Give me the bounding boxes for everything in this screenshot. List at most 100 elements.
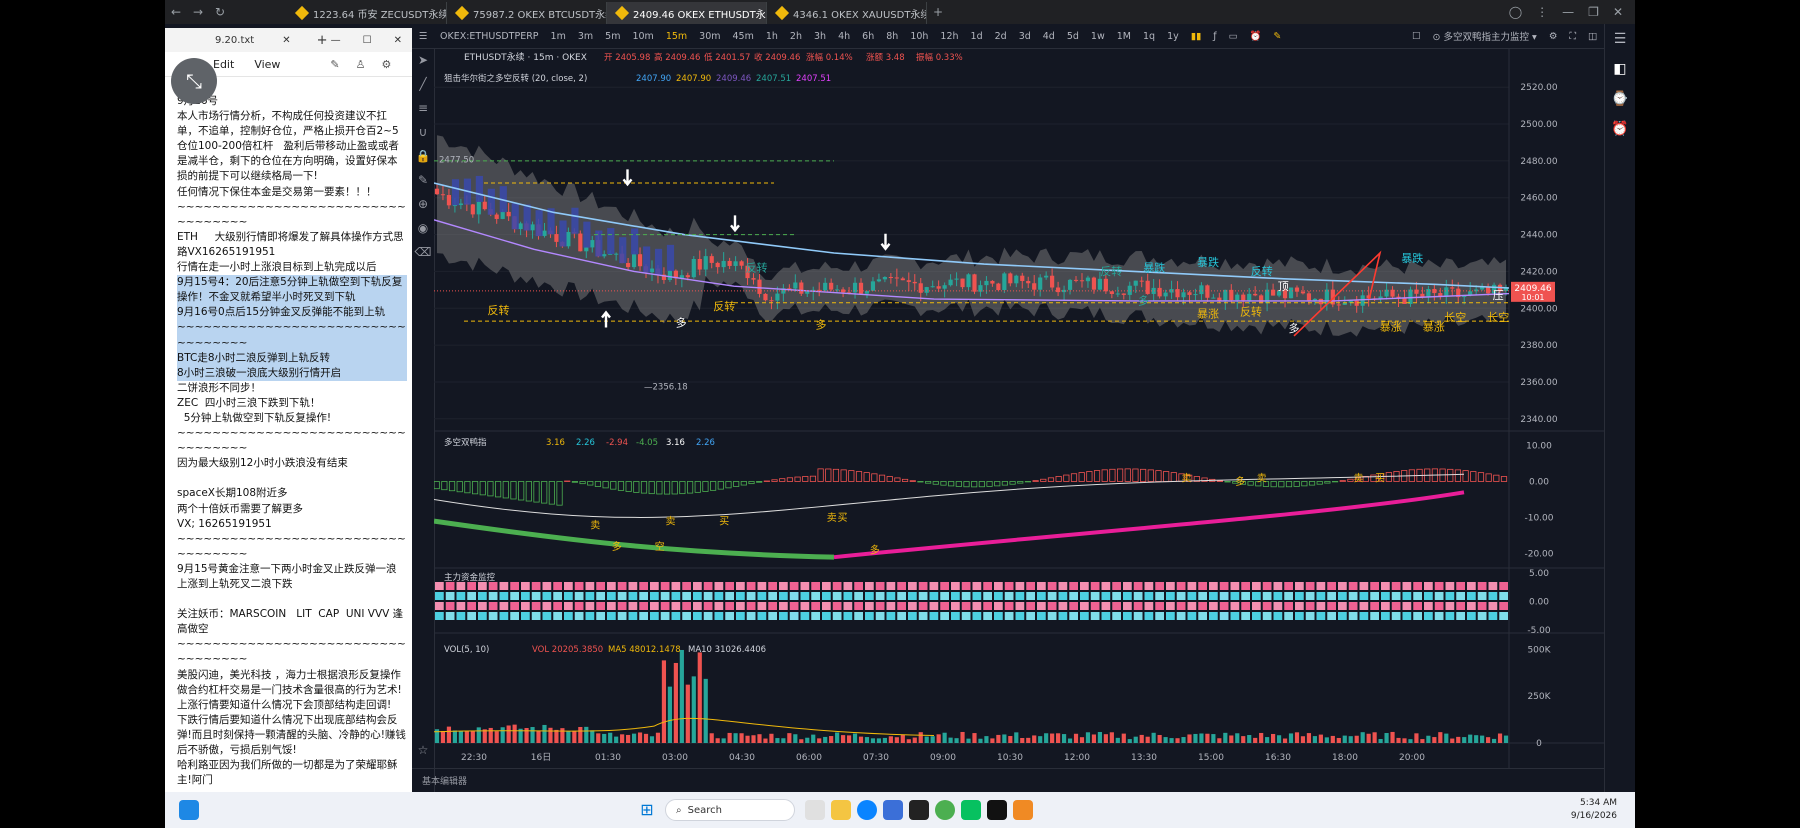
interval-3d[interactable]: 3d xyxy=(1013,31,1037,42)
sidebar-toggle-icon[interactable]: ☰ xyxy=(412,31,434,42)
settings-icon[interactable]: ⚙ xyxy=(382,58,392,71)
interval-1d[interactable]: 1d xyxy=(965,31,989,42)
interval-10m[interactable]: 10m xyxy=(626,31,659,42)
symbol-search[interactable]: OKEX:ETHUSDTPERP xyxy=(434,31,545,42)
interval-1M[interactable]: 1M xyxy=(1111,31,1137,42)
start-icon[interactable]: ⊞ xyxy=(637,800,657,820)
camera-icon[interactable]: ◫ xyxy=(1582,31,1603,42)
app-icon[interactable] xyxy=(1013,800,1033,820)
new-tab-icon[interactable]: + xyxy=(317,33,328,48)
eye-icon[interactable]: ◉ xyxy=(412,216,434,240)
interval-15m[interactable]: 15m xyxy=(660,31,693,42)
notepad-tab[interactable]: 9.20.txt xyxy=(215,35,254,46)
osc-bar xyxy=(1301,481,1308,487)
reload-icon[interactable]: ↻ xyxy=(209,5,231,19)
checkbox-icon[interactable]: ☐ xyxy=(1406,31,1427,42)
candle-type-icon[interactable]: ▮▮ xyxy=(1185,31,1207,42)
star-icon[interactable]: ☆ xyxy=(412,738,434,762)
lock-icon[interactable]: 🔒 xyxy=(412,144,434,168)
app-icon[interactable] xyxy=(805,800,825,820)
money-legend: 主力资金监控 xyxy=(444,572,496,583)
maximize-icon[interactable]: ❐ xyxy=(1588,5,1599,19)
interval-1y[interactable]: 1y xyxy=(1161,31,1185,42)
indicator-icon[interactable]: ƒ xyxy=(1207,31,1222,42)
fullscreen-icon[interactable]: ⛶ xyxy=(1563,31,1582,42)
browser-tab[interactable]: 75987.2 OKEX BTCUSDT永续 xyxy=(447,2,607,24)
interval-4h[interactable]: 4h xyxy=(832,31,856,42)
draw-icon[interactable]: ✎ xyxy=(1267,31,1287,42)
account-icon[interactable]: ♙ xyxy=(356,58,366,71)
layout-icon[interactable]: ▭ xyxy=(1223,31,1244,42)
interval-3m[interactable]: 3m xyxy=(572,31,599,42)
shrink-window-icon[interactable]: ⤡ xyxy=(171,58,217,104)
line-tool-icon[interactable]: ╱ xyxy=(412,72,434,96)
taskbar-clock[interactable]: 5:34 AM 9/16/2026 xyxy=(1571,797,1617,823)
signal-label: 压 xyxy=(1493,289,1504,302)
taskbar-search[interactable]: ⌕ Search xyxy=(665,799,795,821)
signal-arrow xyxy=(622,169,633,187)
interval-3h[interactable]: 3h xyxy=(808,31,832,42)
volume-bar xyxy=(667,686,672,743)
brush-icon[interactable]: ✎ xyxy=(412,168,434,192)
menu-edit[interactable]: Edit xyxy=(213,58,234,71)
maximize-icon[interactable]: ☐ xyxy=(363,35,372,46)
interval-2h[interactable]: 2h xyxy=(784,31,808,42)
interval-10h[interactable]: 10h xyxy=(904,31,934,42)
settings-icon[interactable]: ⚙ xyxy=(1543,31,1564,42)
eraser-icon[interactable]: ⌫ xyxy=(412,240,434,264)
money-cell xyxy=(854,582,863,590)
alert-icon[interactable]: ⏰ xyxy=(1244,31,1268,42)
data-window-icon[interactable]: ⌚ xyxy=(1605,84,1635,114)
clock-icon[interactable]: ⏰ xyxy=(1605,114,1635,144)
browser-tab-bar: ← → ↻ 1223.64 币安 ZECUSDT永续 75987.2 OKEX … xyxy=(165,0,1635,24)
interval-1q[interactable]: 1q xyxy=(1137,31,1161,42)
target-icon[interactable]: ⊕ xyxy=(412,192,434,216)
interval-1w[interactable]: 1w xyxy=(1085,31,1111,42)
tab-close-icon[interactable]: ✕ xyxy=(282,35,290,46)
file-explorer-icon[interactable] xyxy=(831,800,851,820)
interval-4d[interactable]: 4d xyxy=(1037,31,1061,42)
interval-1m[interactable]: 1m xyxy=(545,31,572,42)
store-icon[interactable] xyxy=(883,800,903,820)
interval-6h[interactable]: 6h xyxy=(856,31,880,42)
edge-icon[interactable] xyxy=(857,800,877,820)
back-icon[interactable]: ← xyxy=(165,5,187,19)
editor-label[interactable]: 基本编辑器 xyxy=(422,774,467,787)
magnet-icon[interactable]: ∪ xyxy=(412,120,434,144)
close-icon[interactable]: ✕ xyxy=(1613,5,1623,19)
wechat-icon[interactable] xyxy=(961,800,981,820)
fib-icon[interactable]: ≡ xyxy=(412,96,434,120)
browser-tab-active[interactable]: 2409.46 OKEX ETHUSDT永续 xyxy=(607,2,767,24)
copilot-icon[interactable]: ✎ xyxy=(330,58,339,71)
chart-canvas[interactable]: 2520.00 2500.00 2480.00 2460.00 2440.00 2420.… xyxy=(434,48,1605,768)
indicator-template-dropdown[interactable]: ⊙ 多空双鸭指主力监控 ▾ xyxy=(1427,29,1543,43)
app-icon[interactable] xyxy=(987,800,1007,820)
menu-icon[interactable]: ⋮ xyxy=(1536,5,1548,19)
new-tab-button[interactable]: + xyxy=(927,5,949,19)
profile-icon[interactable]: ◯ xyxy=(1509,5,1522,19)
widgets-icon[interactable] xyxy=(179,800,199,820)
interval-1h[interactable]: 1h xyxy=(760,31,784,42)
menu-view[interactable]: View xyxy=(254,58,280,71)
interval-30m[interactable]: 30m xyxy=(693,31,726,42)
close-icon[interactable]: ✕ xyxy=(394,35,402,46)
minimize-icon[interactable]: — xyxy=(1562,5,1574,19)
notepad-text-area[interactable]: 9月16号本人市场行情分析，不构成任何投资建议不扛单，不追单，控制好仓位，严格止… xyxy=(177,94,407,788)
interval-5m[interactable]: 5m xyxy=(599,31,626,42)
browser-tab[interactable]: 1223.64 币安 ZECUSDT永续 xyxy=(287,2,447,24)
interval-8h[interactable]: 8h xyxy=(880,31,904,42)
interval-5d[interactable]: 5d xyxy=(1061,31,1085,42)
interval-45m[interactable]: 45m xyxy=(727,31,760,42)
alerts-icon[interactable]: ◧ xyxy=(1605,54,1635,84)
minimize-icon[interactable]: — xyxy=(331,35,341,46)
money-cell xyxy=(682,582,691,590)
volume-bar xyxy=(679,649,684,743)
browser-tab[interactable]: 4346.1 OKEX XAUUSDT永续 xyxy=(767,2,927,24)
interval-2d[interactable]: 2d xyxy=(989,31,1013,42)
interval-12h[interactable]: 12h xyxy=(934,31,964,42)
app-icon[interactable] xyxy=(909,800,929,820)
chrome-icon[interactable] xyxy=(935,800,955,820)
cursor-icon[interactable]: ➤ xyxy=(412,48,434,72)
forward-icon[interactable]: → xyxy=(187,5,209,19)
watchlist-icon[interactable]: ☰ xyxy=(1605,24,1635,54)
